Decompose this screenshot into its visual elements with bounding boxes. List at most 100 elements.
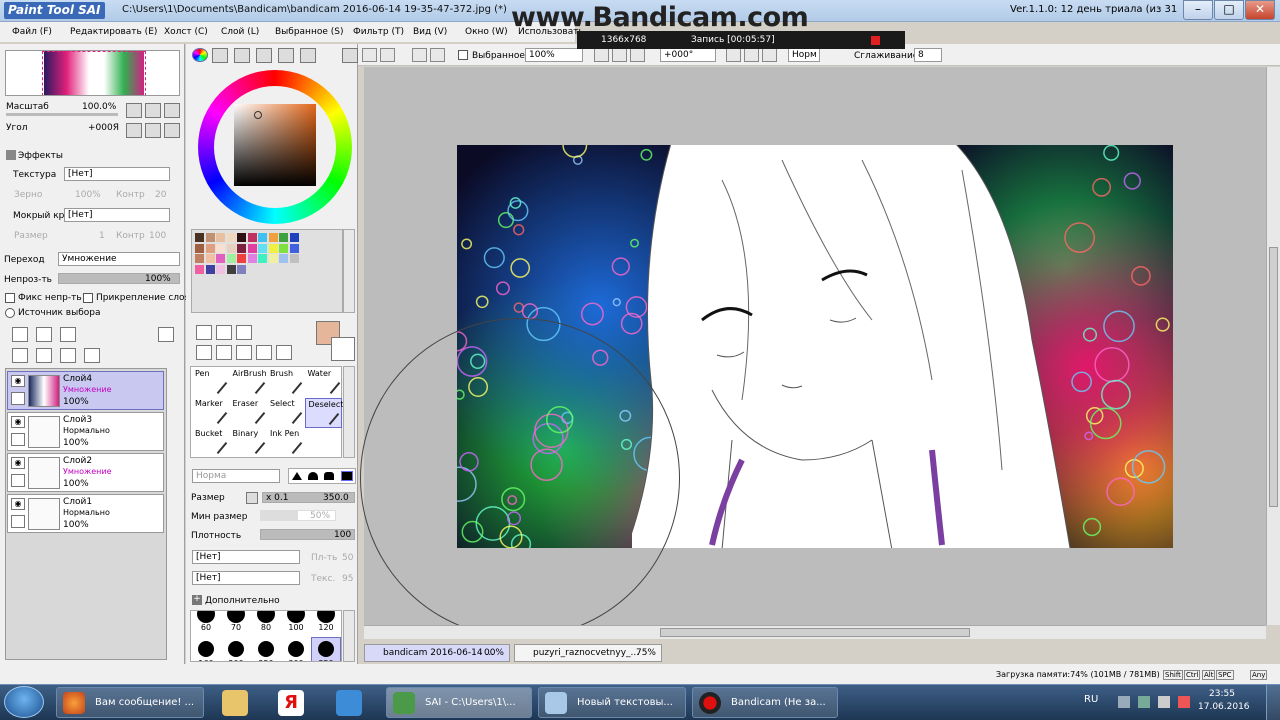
color-swatch[interactable] <box>289 233 299 242</box>
brush-size-dot[interactable] <box>317 611 335 623</box>
color-swatch[interactable] <box>268 254 278 263</box>
visibility-eye-icon[interactable]: ◉ <box>11 498 25 510</box>
brush-size-dot[interactable] <box>197 611 215 623</box>
task-bandicam[interactable]: Bandicam (Не за... <box>692 687 838 718</box>
task-firefox[interactable]: Вам сообщение! ... <box>56 687 204 718</box>
menu-filter[interactable]: Фильтр (T) <box>353 27 404 37</box>
color-swatch[interactable] <box>216 243 225 253</box>
brush-texture-select[interactable]: [Нет] <box>192 571 300 585</box>
selection-checkbox[interactable] <box>458 50 468 60</box>
color-swatch[interactable] <box>247 233 257 242</box>
angle-field[interactable]: +000° <box>660 48 716 62</box>
color-swatch[interactable] <box>279 243 288 253</box>
tool-bucket[interactable]: Bucket <box>192 428 229 458</box>
panel-close-icon[interactable] <box>342 48 358 63</box>
redo-button[interactable] <box>380 48 395 62</box>
brush-sizes-scrollbar[interactable] <box>343 610 355 662</box>
rotate-ccw-button[interactable] <box>126 123 142 138</box>
network-icon[interactable] <box>1138 696 1150 708</box>
menu-window[interactable]: Окно (W) <box>465 27 508 37</box>
rgb-slider-tab-icon[interactable] <box>212 48 228 63</box>
new-mask-icon[interactable] <box>158 327 174 342</box>
brush-size-dot[interactable] <box>287 611 305 623</box>
minimize-button[interactable]: – <box>1183 0 1213 20</box>
tool-select[interactable]: Select <box>267 398 304 428</box>
color-swatch[interactable] <box>279 254 288 263</box>
task-notepad[interactable]: Новый текстовы... <box>538 687 686 718</box>
undo-button[interactable] <box>362 48 377 62</box>
color-swatch[interactable] <box>216 233 225 242</box>
tools-scrollbar[interactable] <box>343 366 355 458</box>
tool-marker[interactable]: Marker <box>192 398 229 428</box>
eyedropper-icon[interactable] <box>276 345 292 360</box>
copy-layer-icon[interactable] <box>12 348 28 363</box>
color-swatch[interactable] <box>226 264 236 274</box>
hsv-slider-tab-icon[interactable] <box>234 48 250 63</box>
layer-row-3[interactable]: ◉ Слой3 Нормально 100% <box>7 412 164 451</box>
vertical-scrollbar[interactable] <box>1266 67 1280 625</box>
zoom-minus-button[interactable] <box>126 103 142 118</box>
advanced-expand-icon[interactable]: + <box>192 595 202 605</box>
swatches-tab-icon[interactable] <box>278 48 294 63</box>
navigator-preview[interactable] <box>5 50 180 96</box>
swatch-palette[interactable] <box>191 229 343 313</box>
color-swatch[interactable] <box>237 254 246 263</box>
maximize-button[interactable]: □ <box>1214 0 1244 20</box>
new-layer-icon[interactable] <box>12 327 28 342</box>
brush-shape-select[interactable]: [Нет] <box>192 550 300 564</box>
color-swatch[interactable] <box>268 243 278 253</box>
color-swatch[interactable] <box>216 254 225 263</box>
menu-view[interactable]: Вид (V) <box>413 27 447 37</box>
zoom-out-button[interactable] <box>594 48 609 62</box>
wet-edge-select[interactable]: [Нет] <box>64 208 170 222</box>
blend-mode-select[interactable]: Умножение <box>58 252 180 266</box>
menu-file[interactable]: Файл (F) <box>12 27 52 37</box>
rotate-zero-button[interactable] <box>164 123 180 138</box>
menu-selection[interactable]: Выбранное (S) <box>275 27 343 37</box>
color-swatch[interactable] <box>237 243 246 253</box>
color-swatch[interactable] <box>205 254 215 263</box>
mode-field[interactable]: Норм <box>788 48 820 62</box>
clear-layer-icon[interactable] <box>60 348 76 363</box>
new-linework-layer-icon[interactable] <box>36 327 52 342</box>
zoom-fit-button[interactable] <box>164 103 180 118</box>
tool-airbrush[interactable]: AirBrush <box>230 368 267 398</box>
mixer-tab-icon[interactable] <box>256 48 272 63</box>
visibility-eye-icon[interactable]: ◉ <box>11 457 25 469</box>
brush-shape-selector[interactable] <box>288 468 356 484</box>
color-swatch[interactable] <box>258 243 267 253</box>
brush-mode-select[interactable]: Норма <box>192 469 280 483</box>
rect-select-icon[interactable] <box>196 325 212 340</box>
brush-size-dot[interactable] <box>257 611 275 623</box>
color-swatch[interactable] <box>268 233 278 242</box>
lasso-icon[interactable] <box>216 325 232 340</box>
color-swatch[interactable] <box>205 264 215 274</box>
color-swatch[interactable] <box>289 243 299 253</box>
color-wheel-tab-icon[interactable] <box>192 48 208 62</box>
visibility-eye-icon[interactable]: ◉ <box>11 375 25 387</box>
rotate-left-button[interactable] <box>726 48 741 62</box>
visibility-eye-icon[interactable]: ◉ <box>11 416 25 428</box>
volume-icon[interactable] <box>1158 696 1170 708</box>
color-swatch[interactable] <box>226 243 236 253</box>
brush-lock-icon[interactable] <box>11 433 25 446</box>
brush-lock-icon[interactable] <box>11 392 25 405</box>
clock[interactable]: 23:55 17.06.2016 <box>1198 688 1250 714</box>
color-swatch[interactable] <box>237 264 246 274</box>
color-swatch[interactable] <box>279 233 288 242</box>
tool-water[interactable]: Water <box>305 368 342 398</box>
zoom-field[interactable]: 100% <box>525 48 583 62</box>
color-swatch[interactable] <box>247 254 257 263</box>
tool-ink-pen[interactable]: Ink Pen <box>267 428 304 458</box>
flag-icon[interactable] <box>1178 696 1190 708</box>
menu-canvas[interactable]: Холст (C) <box>164 27 208 37</box>
folder-icon[interactable] <box>222 690 248 716</box>
scale-slider[interactable] <box>6 113 118 116</box>
brush-size-dot[interactable] <box>198 641 214 657</box>
tray-arrow-icon[interactable] <box>1118 696 1130 708</box>
tool-deselect[interactable]: Deselect <box>304 398 343 428</box>
color-swatch[interactable] <box>195 233 204 242</box>
menu-edit[interactable]: Редактировать (E) <box>70 27 157 37</box>
palette-scrollbar[interactable] <box>343 229 355 313</box>
doc-tab-puzyri[interactable]: puzyri_raznocvetnyy_... 75% <box>514 644 662 662</box>
